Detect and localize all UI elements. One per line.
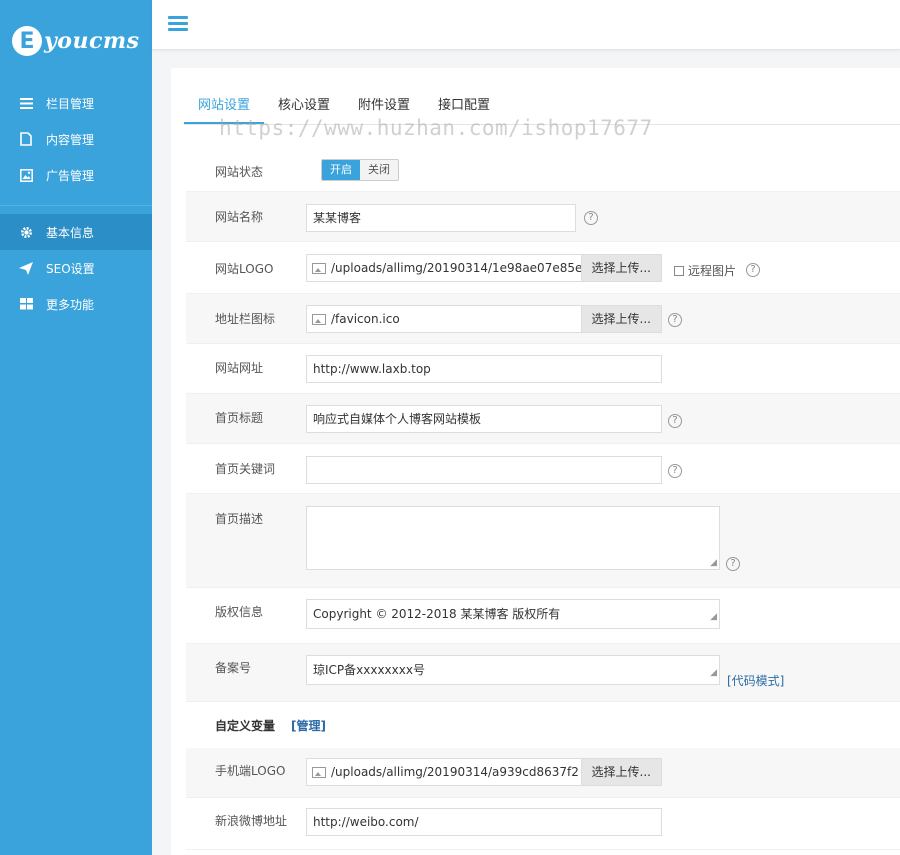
field-label: 首页标题 — [215, 411, 264, 425]
icp-value: 琼ICP备xxxxxxxx号 — [313, 663, 425, 677]
help-icon[interactable]: ? — [668, 414, 682, 428]
status-on-option[interactable]: 开启 — [322, 160, 360, 180]
row-home-description: 首页描述 ◢ ? — [186, 494, 900, 588]
tab-attachment-settings[interactable]: 附件设置 — [344, 94, 424, 123]
row-site-name: 网站名称 某某博客 ? — [186, 192, 900, 242]
site-logo-path[interactable]: /uploads/allimg/20190314/1e98ae07e85e — [331, 261, 581, 275]
tab-api-config[interactable]: 接口配置 — [424, 94, 504, 123]
field-label: 新浪微博地址 — [215, 814, 288, 828]
sidebar-item-label: 更多功能 — [46, 297, 95, 312]
custom-vars-title: 自定义变量 — [215, 719, 276, 733]
row-icp: 备案号 琼ICP备xxxxxxxx号 ◢ [代码模式] — [186, 644, 900, 702]
sidebar-item-label: SEO设置 — [46, 261, 95, 276]
status-off-option[interactable]: 关闭 — [360, 160, 398, 180]
image-icon — [312, 313, 326, 325]
checkbox-box[interactable] — [674, 265, 684, 276]
favicon-upload-button[interactable]: 选择上传... — [580, 306, 661, 332]
site-logo-upload-button[interactable]: 选择上传... — [580, 255, 661, 281]
field-label: 首页描述 — [215, 512, 264, 526]
help-icon[interactable]: ? — [668, 464, 682, 478]
row-home-keywords: 首页关键词 ? — [186, 444, 900, 494]
list-icon — [18, 95, 34, 111]
row-mobile-logo: 手机端LOGO /uploads/allimg/20190314/a939cd8… — [186, 748, 900, 798]
sidebar-item-content[interactable]: 内容管理 — [0, 121, 152, 157]
logo-text: youcms — [44, 28, 140, 54]
sidebar: E youcms 栏目管理 内容管理 广告管理 基本信息 SEO设置 更多功能 — [0, 0, 152, 855]
sidebar-item-more[interactable]: 更多功能 — [0, 286, 152, 322]
row-weibo: 新浪微博地址 http://weibo.com/ — [186, 798, 900, 850]
home-description-textarea[interactable]: ◢ — [306, 506, 720, 570]
grid-icon — [18, 296, 34, 312]
favicon-path[interactable]: /favicon.ico — [331, 312, 581, 326]
row-site-status: 网站状态 开启 关闭 — [186, 142, 900, 192]
top-bar — [152, 0, 900, 50]
tab-divider — [184, 124, 900, 125]
sidebar-item-basic-info[interactable]: 基本信息 — [0, 214, 152, 250]
field-label: 备案号 — [215, 661, 252, 675]
site-url-input[interactable]: http://www.laxb.top — [306, 355, 662, 383]
help-icon[interactable]: ? — [726, 557, 740, 571]
row-custom-vars: 自定义变量 [管理] — [186, 702, 900, 748]
field-label: 网站状态 — [215, 165, 264, 179]
mobile-logo-path[interactable]: /uploads/allimg/20190314/a939cd8637f2 — [331, 765, 581, 779]
field-label: 手机端LOGO — [215, 764, 286, 778]
icp-textarea[interactable]: 琼ICP备xxxxxxxx号 ◢ — [306, 655, 720, 685]
sidebar-divider — [0, 205, 152, 206]
sidebar-item-columns[interactable]: 栏目管理 — [0, 85, 152, 121]
sidebar-item-label: 基本信息 — [46, 225, 95, 240]
help-icon[interactable]: ? — [746, 263, 760, 277]
resize-handle-icon[interactable]: ◢ — [710, 558, 717, 568]
remote-image-label: 远程图片 — [688, 264, 737, 278]
home-title-input[interactable]: 响应式自媒体个人博客网站模板 — [306, 405, 662, 433]
field-label: 网站网址 — [215, 361, 264, 375]
sidebar-item-ads[interactable]: 广告管理 — [0, 157, 152, 193]
sidebar-item-label: 内容管理 — [46, 132, 95, 147]
copyright-value: Copyright © 2012-2018 某某博客 版权所有 — [313, 607, 561, 621]
tab-site-settings[interactable]: 网站设置 — [184, 94, 265, 124]
settings-panel: 网站设置 核心设置 附件设置 接口配置 https://www.huzhan.c… — [171, 68, 900, 855]
image-icon — [312, 766, 326, 778]
sidebar-item-label: 栏目管理 — [46, 96, 95, 111]
logo-mark: E — [12, 26, 42, 56]
resize-handle-icon[interactable]: ◢ — [710, 607, 717, 627]
field-label: 网站LOGO — [215, 262, 274, 276]
mobile-logo-field[interactable]: /uploads/allimg/20190314/a939cd8637f2 选择… — [306, 758, 662, 786]
site-name-input[interactable]: 某某博客 — [306, 204, 576, 232]
sidebar-item-seo[interactable]: SEO设置 — [0, 250, 152, 286]
brand-logo[interactable]: E youcms — [12, 26, 140, 56]
row-favicon: 地址栏图标 /favicon.ico 选择上传... ? — [186, 294, 900, 344]
sidebar-item-label: 广告管理 — [46, 168, 95, 183]
field-label: 首页关键词 — [215, 462, 276, 476]
favicon-field[interactable]: /favicon.ico 选择上传... — [306, 305, 662, 333]
weibo-url-input[interactable]: http://weibo.com/ — [306, 808, 662, 836]
custom-vars-manage-link[interactable]: [管理] — [291, 717, 326, 734]
settings-tabs: 网站设置 核心设置 附件设置 接口配置 — [184, 94, 504, 124]
field-label: 地址栏图标 — [215, 312, 276, 326]
field-label: 网站名称 — [215, 210, 264, 224]
sidebar-menu-content: 栏目管理 内容管理 广告管理 — [0, 85, 152, 193]
mobile-logo-upload-button[interactable]: 选择上传... — [580, 759, 661, 785]
site-logo-field[interactable]: /uploads/allimg/20190314/1e98ae07e85e 选择… — [306, 254, 662, 282]
row-site-logo: 网站LOGO /uploads/allimg/20190314/1e98ae07… — [186, 242, 900, 294]
row-site-url: 网站网址 http://www.laxb.top — [186, 344, 900, 394]
resize-handle-icon[interactable]: ◢ — [710, 663, 717, 683]
send-icon — [18, 260, 34, 276]
image-icon — [312, 262, 326, 274]
help-icon[interactable]: ? — [668, 313, 682, 327]
document-icon — [18, 131, 34, 147]
row-home-title: 首页标题 响应式自媒体个人博客网站模板 ? — [186, 394, 900, 444]
tab-core-settings[interactable]: 核心设置 — [264, 94, 344, 123]
menu-toggle-icon[interactable] — [168, 16, 188, 32]
help-icon[interactable]: ? — [584, 211, 598, 225]
field-label: 版权信息 — [215, 605, 264, 619]
gear-icon — [18, 224, 34, 240]
site-status-toggle[interactable]: 开启 关闭 — [321, 159, 399, 181]
sidebar-menu-settings: 基本信息 SEO设置 更多功能 — [0, 214, 152, 322]
row-copyright: 版权信息 Copyright © 2012-2018 某某博客 版权所有 ◢ — [186, 588, 900, 644]
home-keywords-input[interactable] — [306, 456, 662, 484]
copyright-textarea[interactable]: Copyright © 2012-2018 某某博客 版权所有 ◢ — [306, 599, 720, 629]
code-mode-link[interactable]: [代码模式] — [727, 672, 784, 689]
remote-image-checkbox[interactable]: 远程图片 — [674, 262, 736, 279]
image-icon — [18, 167, 34, 183]
